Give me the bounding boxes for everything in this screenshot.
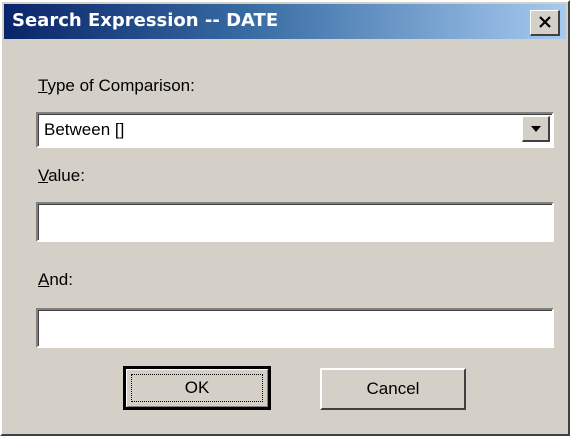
search-expression-dialog: Search Expression -- DATE Type of Compar… <box>0 0 570 436</box>
comparison-selected-value: Between [] <box>44 120 125 139</box>
dropdown-arrow-button[interactable] <box>522 116 550 142</box>
window-title: Search Expression -- DATE <box>12 10 279 31</box>
close-button[interactable] <box>530 10 560 36</box>
and-label: And: <box>38 270 73 289</box>
comparison-dropdown[interactable]: Between [] <box>36 112 554 148</box>
comparison-label: Type of Comparison: <box>38 76 195 95</box>
value-label: Value: <box>38 166 85 185</box>
value-field[interactable] <box>36 202 554 242</box>
close-icon <box>538 16 551 28</box>
title-bar[interactable]: Search Expression -- DATE <box>4 4 566 39</box>
value-input[interactable] <box>42 207 550 235</box>
cancel-button[interactable]: Cancel <box>320 368 466 410</box>
and-field[interactable] <box>36 308 554 348</box>
and-input[interactable] <box>42 313 550 341</box>
ok-button[interactable]: OK <box>123 366 271 410</box>
triangle-down-icon <box>530 125 541 132</box>
focus-indicator <box>131 374 263 402</box>
cancel-button-label: Cancel <box>366 379 420 398</box>
